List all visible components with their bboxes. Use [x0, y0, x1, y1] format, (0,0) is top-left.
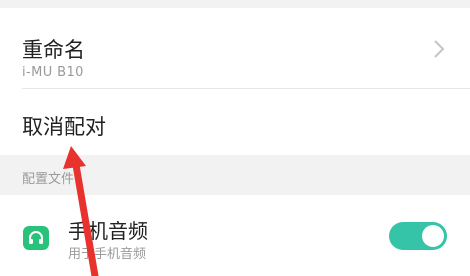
chevron-right-icon — [434, 40, 445, 58]
phone-audio-row[interactable]: 手机音频 用于手机音频 — [0, 195, 470, 276]
rename-row[interactable]: 重命名 i-MU B10 — [0, 8, 470, 88]
rename-title: 重命名 — [22, 38, 85, 62]
phone-audio-toggle[interactable] — [389, 222, 447, 250]
device-name-value: i-MU B10 — [22, 65, 84, 80]
bluetooth-device-settings: 重命名 i-MU B10 取消配对 配置文件 手机音频 用于手机音频 — [0, 0, 470, 276]
phone-audio-subtitle: 用于手机音频 — [68, 247, 147, 262]
phone-audio-title: 手机音频 — [68, 219, 148, 243]
section-label: 配置文件 — [22, 172, 75, 187]
unpair-row[interactable]: 取消配对 — [0, 89, 470, 155]
top-divider-strip — [0, 0, 470, 8]
toggle-knob — [422, 225, 444, 247]
section-header: 配置文件 — [0, 155, 470, 195]
unpair-label: 取消配对 — [22, 115, 106, 139]
headset-icon — [23, 226, 49, 250]
